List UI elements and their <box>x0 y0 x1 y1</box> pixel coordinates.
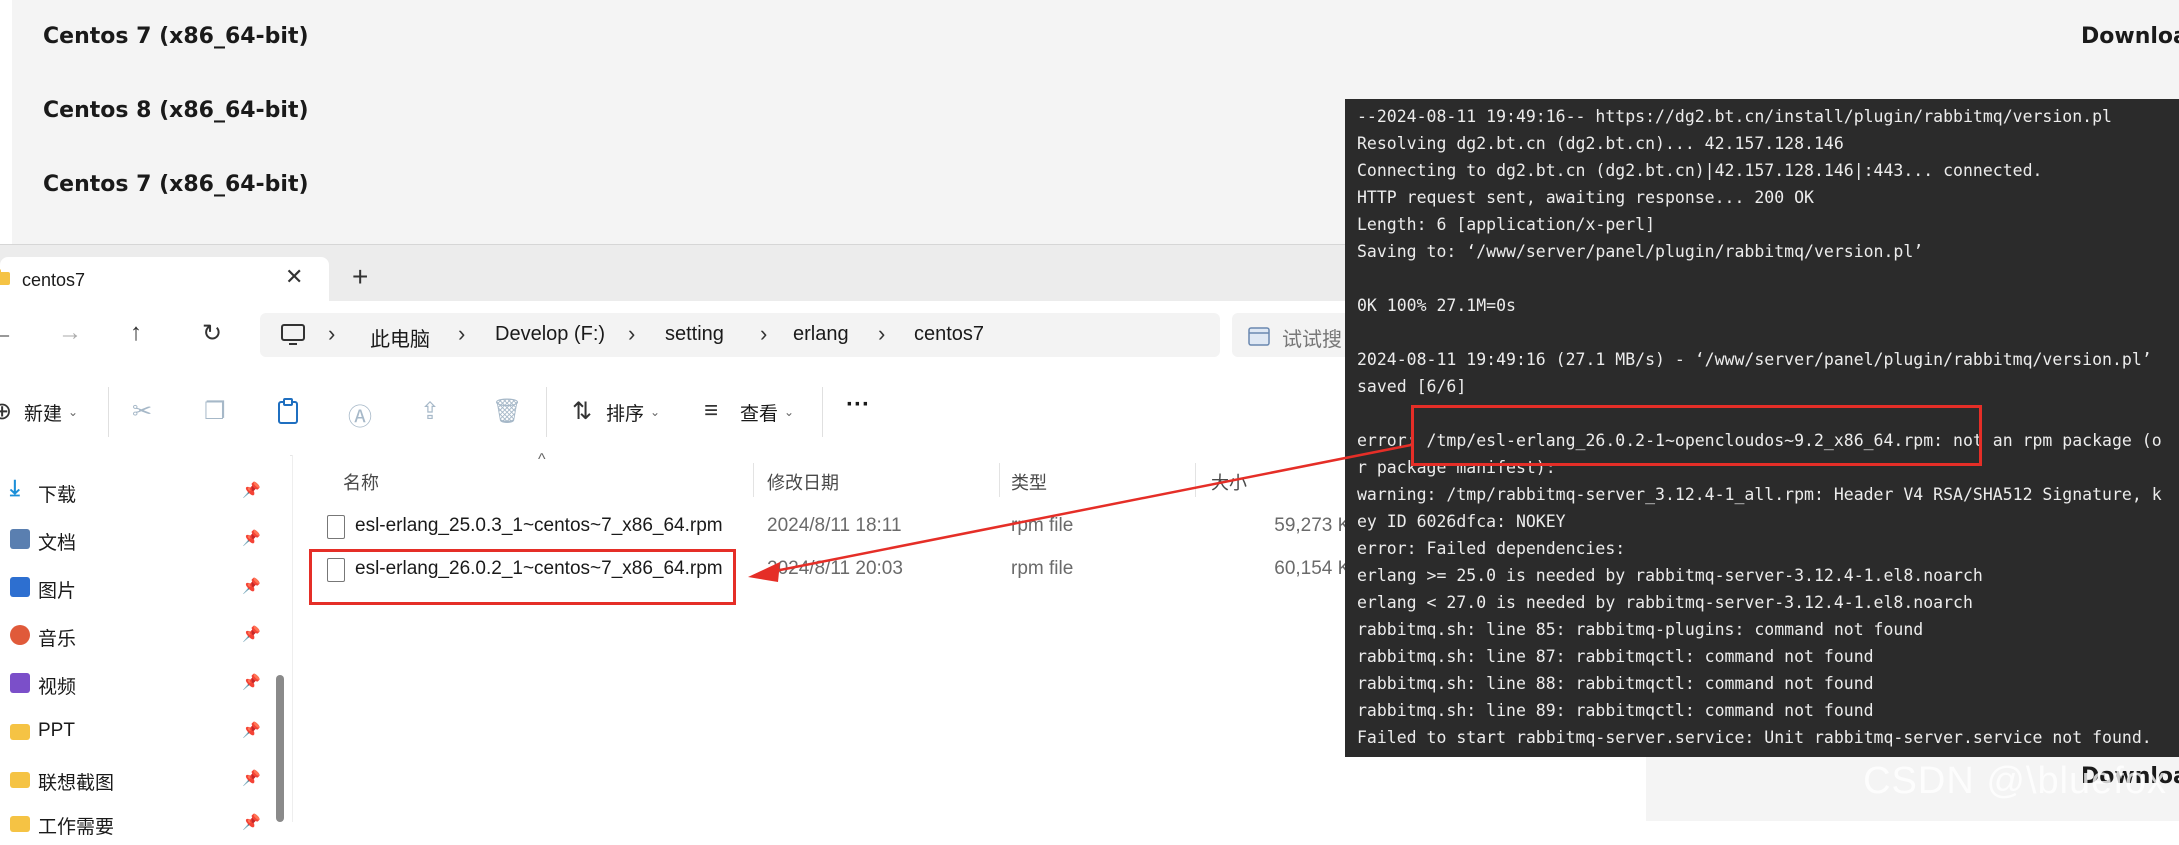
watermark: CSDN @\bluefox <box>1863 760 2167 802</box>
annotation-arrow <box>748 443 1412 582</box>
